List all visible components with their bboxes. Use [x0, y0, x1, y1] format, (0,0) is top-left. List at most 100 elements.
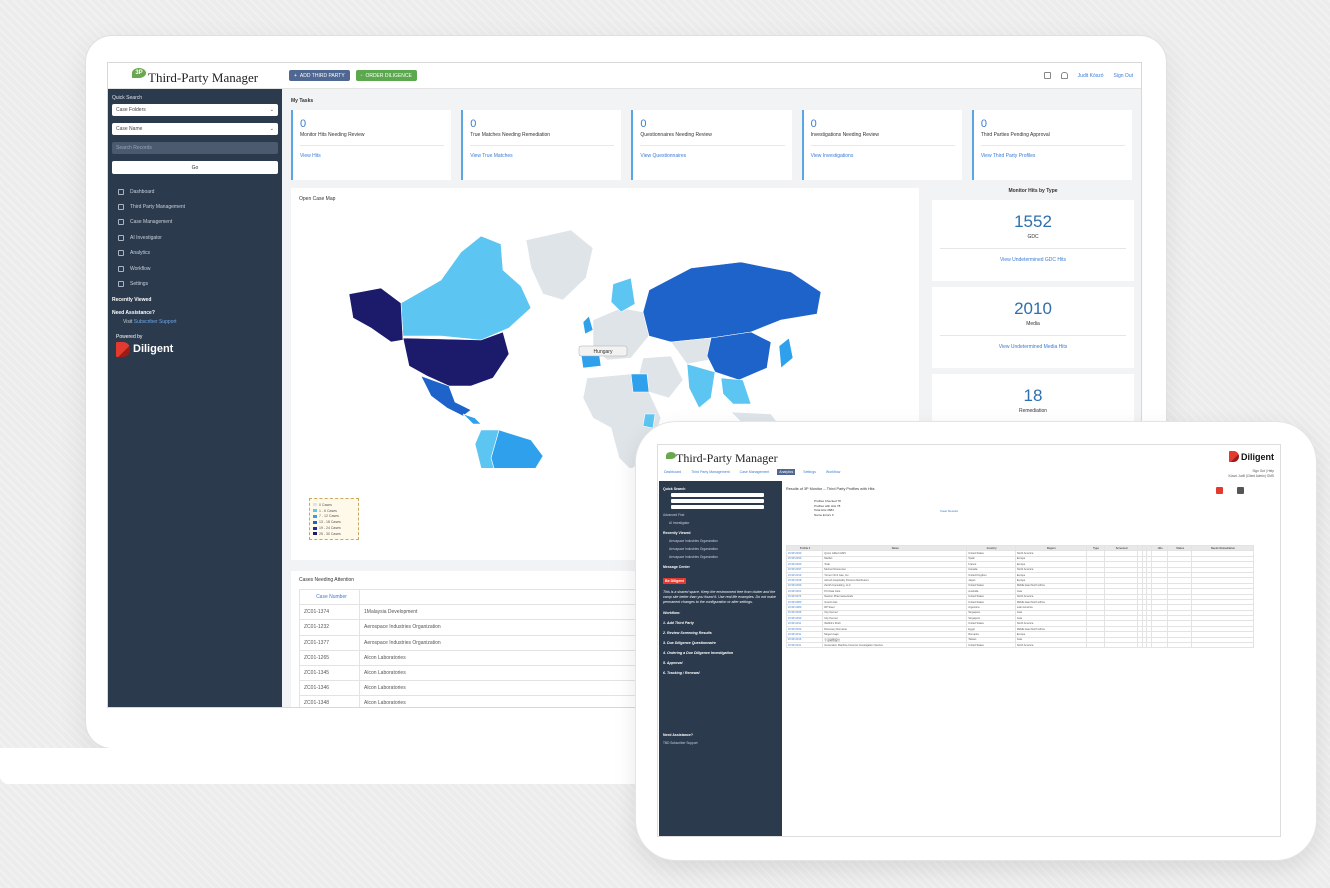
stat-label: Remediation [1018, 408, 1048, 414]
tablet-message-center-label: Message Center [663, 565, 690, 569]
divider [640, 145, 785, 146]
monitor-hits-column: Monitor Hits by Type 1552 GDC View Undeter… [932, 188, 1134, 422]
tablet-workflow-step[interactable]: 4. Ordering a Due Diligence Investigatio… [663, 651, 778, 655]
print-icon[interactable] [1237, 487, 1244, 494]
tablet-nav-item[interactable]: Third Party Management [689, 469, 732, 475]
bell-icon[interactable] [1060, 72, 1068, 79]
tablet-workflow-step[interactable]: 3. Due Diligence Questionnaire [663, 641, 778, 645]
go-button[interactable]: Go [112, 161, 278, 174]
map-uk [582, 315, 594, 335]
user-name[interactable]: Judit Kószó [1078, 73, 1104, 79]
task-link[interactable]: View Third Party Profiles [981, 153, 1125, 159]
sidebar-item-ai-investigator[interactable]: AI Investigator [112, 230, 278, 245]
map-japan [778, 337, 794, 369]
legend-item: 25 - 30 Cases [313, 531, 355, 537]
tablet-search-field-2[interactable] [671, 499, 764, 503]
my-tasks-title: My Tasks [291, 98, 314, 104]
tablet-recently-viewed-label: Recently Viewed [663, 531, 691, 535]
tablet-workflow-label: Workflow: [663, 611, 681, 615]
tablet-empty-cell [1167, 641, 1192, 649]
task-title: True Matches Needing Remediation [470, 132, 551, 138]
list-icon [118, 204, 124, 211]
task-count: 0 [980, 118, 987, 130]
legend-label: 7 - 12 Cases [319, 514, 339, 519]
task-title: Investigations Needing Review [810, 132, 879, 138]
tablet-advanced-find-link[interactable]: Advanced Find [663, 513, 778, 517]
sidebar-item-analytics[interactable]: Analytics [112, 246, 278, 261]
order-diligence-button[interactable]: ▫ ORDER DILIGENCE [355, 70, 417, 81]
tablet-nav-item[interactable]: Analytics [777, 469, 796, 475]
case-number-header[interactable]: Case Number [299, 588, 360, 606]
task-link[interactable]: View Hits [300, 153, 444, 159]
map-scandinavia [610, 277, 636, 313]
task-link[interactable]: View True Matches [470, 153, 614, 159]
tablet-nav-item[interactable]: Case Management [738, 469, 772, 475]
task-card: 0 Investigations Needing Review View Inves… [801, 110, 962, 180]
case-number-cell: ZC01-1346 [299, 680, 360, 697]
tablet-ai-investigator-link[interactable]: AI Investigator [663, 521, 778, 525]
case-folders-select[interactable]: Case Folders ⌄ [112, 104, 278, 116]
sidebar-item-label: AI Investigator [130, 234, 162, 241]
diligent-mark-icon [116, 341, 130, 357]
tablet-recent-item[interactable]: Aerospace Industries Organization [663, 555, 778, 559]
tablet-cell: Generation Machine Forensic Investigatio… [822, 641, 968, 649]
sign-out-link[interactable]: Sign Out [1114, 73, 1133, 79]
tablet-recent-item[interactable]: Aerospace Industries Organization [663, 547, 778, 551]
quick-search-label: Quick Search [112, 95, 143, 101]
stat-link[interactable]: View Undetermined Media Hits [932, 344, 1134, 350]
app-logo[interactable]: 3P Third-Party Manager [108, 63, 282, 89]
tablet-search-field-1[interactable] [671, 493, 764, 497]
divider [300, 145, 445, 146]
tablet-search-field-3[interactable] [671, 505, 764, 509]
search-records-input[interactable]: Search Records [112, 142, 278, 154]
tablet-workflow-step[interactable]: 1. Add Third Party [663, 621, 778, 625]
add-third-party-button[interactable]: + ADD THIRD PARTY [289, 70, 350, 81]
tablet-workflow-step[interactable]: 5. Approval [663, 661, 778, 665]
sidebar-item-case-management[interactable]: Case Management [112, 215, 278, 230]
tablet-app-logo[interactable]: Third-Party Manager [666, 451, 778, 466]
tablet-workflow-steps: 1. Add Third Party 2. Review Screening Re… [663, 621, 778, 675]
sidebar-item-third-party-management[interactable]: Third Party Management [112, 199, 278, 214]
visit-text: Visit [123, 318, 133, 325]
stat-value: 1552 [1014, 212, 1052, 231]
map-canada [400, 235, 532, 341]
tablet-workflow-step[interactable]: 6. Tracking / Renewal [663, 671, 778, 675]
case-number-cell: ZC01-1232 [299, 619, 360, 636]
tablet-cell: United States [966, 641, 1016, 649]
tablet-nav-item[interactable]: Dashboard [662, 469, 683, 475]
tablet-clear-results-link[interactable]: Clear Results [940, 509, 958, 513]
database-icon[interactable] [1043, 72, 1051, 79]
document-icon: ▫ [360, 72, 363, 79]
export-icon[interactable] [1216, 487, 1223, 494]
tablet-support-link[interactable]: TBD Subscriber Support [663, 741, 778, 745]
tablet-summary-line: Name Errors 0 [814, 512, 834, 517]
task-link[interactable]: View Investigations [811, 153, 955, 159]
table-row[interactable]: ZC3P-0011 Generation Machine Forensic Inv… [785, 641, 1254, 649]
sidebar-item-workflow[interactable]: Workflow [112, 261, 278, 276]
map-greenland [525, 229, 594, 301]
divider [940, 248, 1126, 249]
tablet-nav-item[interactable]: Workflow [824, 469, 842, 475]
task-cards: 0 Monitor Hits Needing Review View Hits 0 Tr… [291, 110, 1133, 180]
task-title: Questionnaires Needing Review [640, 132, 712, 138]
task-link[interactable]: View Questionnaires [640, 153, 784, 159]
case-name-select[interactable]: Case Name ⌄ [112, 123, 278, 135]
tablet-workflow-step[interactable]: 2. Review Screening Results [663, 631, 778, 635]
tablet-nav-item[interactable]: Settings [801, 469, 818, 475]
stat-link[interactable]: View Undetermined GDC Hits [932, 257, 1134, 263]
stat-label: GDC [1027, 234, 1039, 240]
tablet-user-info: Sign Out | Help Kószó Judit (Client Admi… [1228, 469, 1274, 478]
diligent-mark-icon [1229, 451, 1239, 462]
gear-icon [118, 281, 124, 288]
sidebar-item-dashboard[interactable]: Dashboard [112, 184, 278, 199]
tablet-recent-item[interactable]: Aerospace Industries Organization [663, 539, 778, 543]
tablet-main: Results of 3P Monitor -- Third Party Pro… [785, 487, 1274, 836]
divider [980, 145, 1126, 146]
sidebar-item-settings[interactable]: Settings [112, 276, 278, 291]
task-card: 0 True Matches Needing Remediation View Tr… [461, 110, 622, 180]
legend-swatch [313, 532, 317, 536]
subscriber-support-link[interactable]: Subscriber Support [134, 319, 177, 325]
search-records-placeholder: Search Records [116, 145, 152, 151]
need-assistance-heading: Need Assistance? [112, 309, 155, 316]
plus-icon: + [294, 72, 297, 79]
